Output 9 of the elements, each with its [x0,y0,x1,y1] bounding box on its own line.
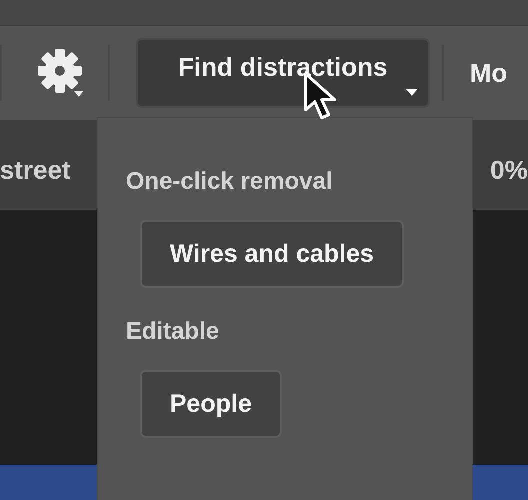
zoom-level: 0% [490,154,528,186]
section-heading: One-click removal [126,168,334,196]
find-distractions-button[interactable]: Find distractions [136,38,430,108]
toolbar-label[interactable]: Mo [470,58,508,88]
section-heading: Editable [126,318,220,346]
document-tab-title[interactable]: street [0,144,71,186]
menu-option-button[interactable]: Wires and cables [140,220,404,288]
menu-option-button[interactable]: People [140,370,282,438]
caret-icon [406,89,418,96]
